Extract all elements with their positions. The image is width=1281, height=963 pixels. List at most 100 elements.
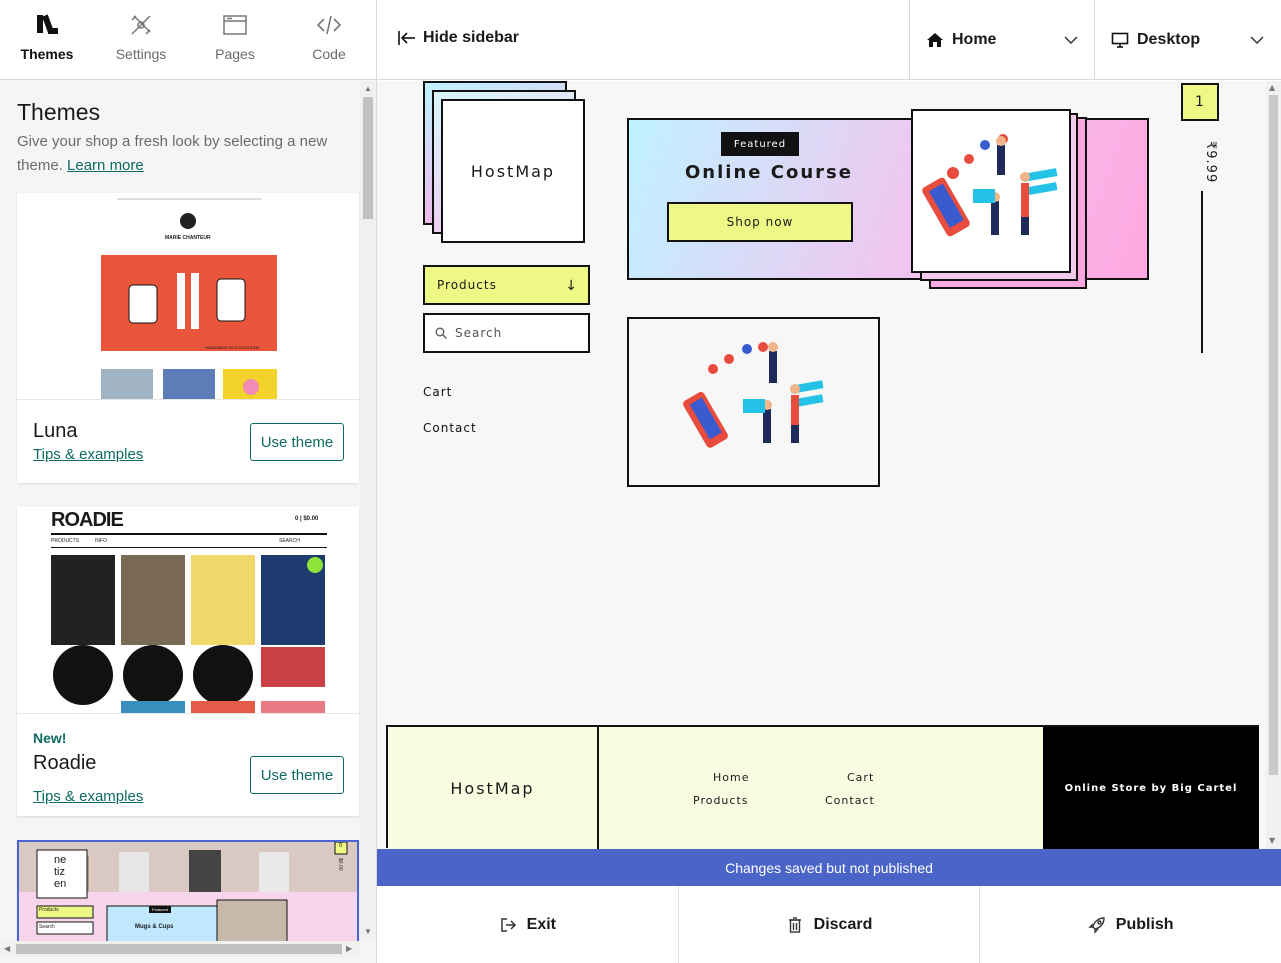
roadie-thumb-logo: ROADIE (51, 509, 124, 531)
roadie-thumb-nav-search: SEARCH (279, 538, 300, 544)
footer-link-contact[interactable]: Contact (825, 794, 875, 807)
preview-toolbar: Hide sidebar Home Desktop (377, 0, 1281, 80)
description-text: Give your shop a fresh look by selecting… (17, 133, 328, 174)
scroll-down-arrow-icon[interactable]: ▼ (1269, 836, 1276, 845)
theme-card-body: Luna Tips & examples Use theme (17, 399, 359, 483)
theme-thumbnail[interactable]: MARIE CHANTEUR HANDMADE IN STOCKHOLM (17, 193, 359, 399)
theme-name: Roadie (33, 752, 97, 774)
preview-scrollbar[interactable]: ▲ ▼ (1266, 81, 1281, 849)
scrollbar-thumb[interactable] (16, 944, 342, 954)
roadie-thumb-nav-products: PRODUCTS (51, 538, 80, 544)
logo-text: HostMap (441, 99, 585, 243)
pages-icon (223, 15, 247, 35)
desktop-icon (1111, 32, 1129, 48)
theme-editor: Themes Settings Pages Code Themes Give y… (0, 0, 1281, 963)
online-course-illustration (922, 134, 1058, 237)
featured-image[interactable] (911, 109, 1071, 273)
themes-icon (37, 14, 58, 34)
tab-settings[interactable]: Settings (94, 0, 188, 80)
shop-now-button[interactable]: Shop now (667, 202, 853, 242)
netizen-thumb-badge: 0 (339, 843, 343, 849)
search-input[interactable]: Search (423, 313, 590, 353)
scroll-up-arrow-icon[interactable]: ▲ (1269, 83, 1276, 92)
featured-banner: Featured Online Course Shop now (627, 109, 1149, 291)
nav-link-cart[interactable]: Cart (423, 385, 452, 399)
luna-thumb-caption: HANDMADE IN STOCKHOLM (205, 345, 260, 350)
footer-link-products[interactable]: Products (693, 794, 749, 807)
scroll-up-arrow-icon[interactable]: ▲ (364, 84, 372, 93)
hide-sidebar-label: Hide sidebar (423, 29, 520, 46)
action-bar: Exit Discard Publish (377, 886, 1281, 963)
trash-icon (788, 916, 801, 933)
footer-link-home[interactable]: Home (713, 771, 749, 784)
tab-pages[interactable]: Pages (188, 0, 282, 80)
tab-themes[interactable]: Themes (0, 0, 94, 80)
sidebar-horizontal-scrollbar[interactable]: ◀ ▶ (0, 941, 360, 957)
netizen-thumb-logo: ne tiz en (54, 854, 67, 890)
device-select-value: Desktop (1137, 31, 1201, 48)
cart-count-badge[interactable]: 1 (1181, 83, 1219, 121)
tab-label: Pages (215, 46, 255, 62)
search-placeholder: Search (455, 326, 503, 340)
luna-thumb-brand: MARIE CHANTEUR (165, 235, 211, 241)
netizen-thumb-search: Search (39, 924, 55, 930)
products-label: Products (437, 278, 497, 292)
roadie-thumb-cart: 0 | $0.00 (295, 516, 319, 522)
theme-card-luna: MARIE CHANTEUR HANDMADE IN STOCKHOLM Lun… (17, 193, 359, 483)
theme-card-netizen[interactable]: ne tiz en Products Search Featured Mugs … (17, 840, 359, 941)
use-theme-button[interactable]: Use theme (250, 756, 344, 794)
exit-button[interactable]: Exit (377, 886, 679, 963)
luna-preview-image (101, 198, 277, 399)
sidebar-description: Give your shop a fresh look by selecting… (17, 130, 352, 178)
sidebar-tabs: Themes Settings Pages Code (0, 0, 376, 80)
footer-nav: Home Cart Products Contact (599, 727, 1043, 849)
use-theme-button[interactable]: Use theme (250, 423, 344, 461)
collapse-left-icon (398, 31, 415, 45)
netizen-thumb-feature: Mugs & Cups (135, 924, 174, 930)
roadie-thumb-nav-info: INFO (95, 538, 107, 544)
store-logo[interactable]: HostMap (423, 81, 593, 246)
tab-code[interactable]: Code (282, 0, 376, 80)
theme-thumbnail[interactable]: ROADIE 0 | $0.00 PRODUCTS INFO SEARCH (17, 507, 359, 713)
cart-divider (1201, 191, 1203, 353)
tab-label: Themes (20, 46, 74, 62)
discard-label: Discard (813, 915, 873, 933)
search-icon (435, 327, 447, 339)
rocket-icon (1088, 916, 1105, 934)
publish-button[interactable]: Publish (980, 886, 1281, 963)
device-select[interactable]: Desktop (1094, 0, 1281, 80)
sidebar-title: Themes (17, 99, 101, 125)
scrollbar-thumb[interactable] (1269, 95, 1278, 775)
scroll-right-arrow-icon[interactable]: ▶ (346, 944, 352, 953)
product-card[interactable] (627, 317, 880, 487)
product-image (683, 342, 824, 448)
footer-link-cart[interactable]: Cart (847, 771, 874, 784)
tips-examples-link[interactable]: Tips & examples (33, 788, 143, 805)
tab-label: Code (312, 46, 346, 62)
home-icon (927, 33, 943, 47)
footer-logo[interactable]: HostMap (388, 727, 599, 849)
theme-list: Themes Give your shop a fresh look by se… (0, 81, 360, 941)
sidebar-vertical-scrollbar[interactable]: ▲ ▼ (360, 81, 376, 941)
discard-button[interactable]: Discard (679, 886, 981, 963)
scroll-left-arrow-icon[interactable]: ◀ (4, 944, 10, 953)
settings-icon (131, 15, 151, 35)
page-select-value: Home (952, 31, 997, 48)
theme-thumbnail: ne tiz en Products Search Featured Mugs … (19, 842, 357, 941)
learn-more-link[interactable]: Learn more (67, 157, 144, 174)
nav-link-contact[interactable]: Contact (423, 421, 477, 435)
tab-label: Settings (115, 46, 167, 62)
products-dropdown[interactable]: Products ↓ (423, 265, 590, 305)
theme-card-roadie: ROADIE 0 | $0.00 PRODUCTS INFO SEARCH Ne… (17, 507, 359, 816)
scrollbar-thumb[interactable] (363, 97, 373, 219)
new-badge: New! (33, 730, 67, 746)
code-icon (316, 15, 342, 35)
cart-total: ₹9.99 (1203, 141, 1218, 184)
theme-name: Luna (33, 420, 78, 442)
page-select[interactable]: Home (909, 0, 1095, 80)
exit-label: Exit (526, 915, 556, 933)
footer-credit-link[interactable]: Online Store by Big Cartel (1043, 727, 1259, 849)
hide-sidebar-button[interactable]: Hide sidebar (397, 28, 519, 48)
tips-examples-link[interactable]: Tips & examples (33, 446, 143, 463)
scroll-down-arrow-icon[interactable]: ▼ (364, 927, 372, 936)
